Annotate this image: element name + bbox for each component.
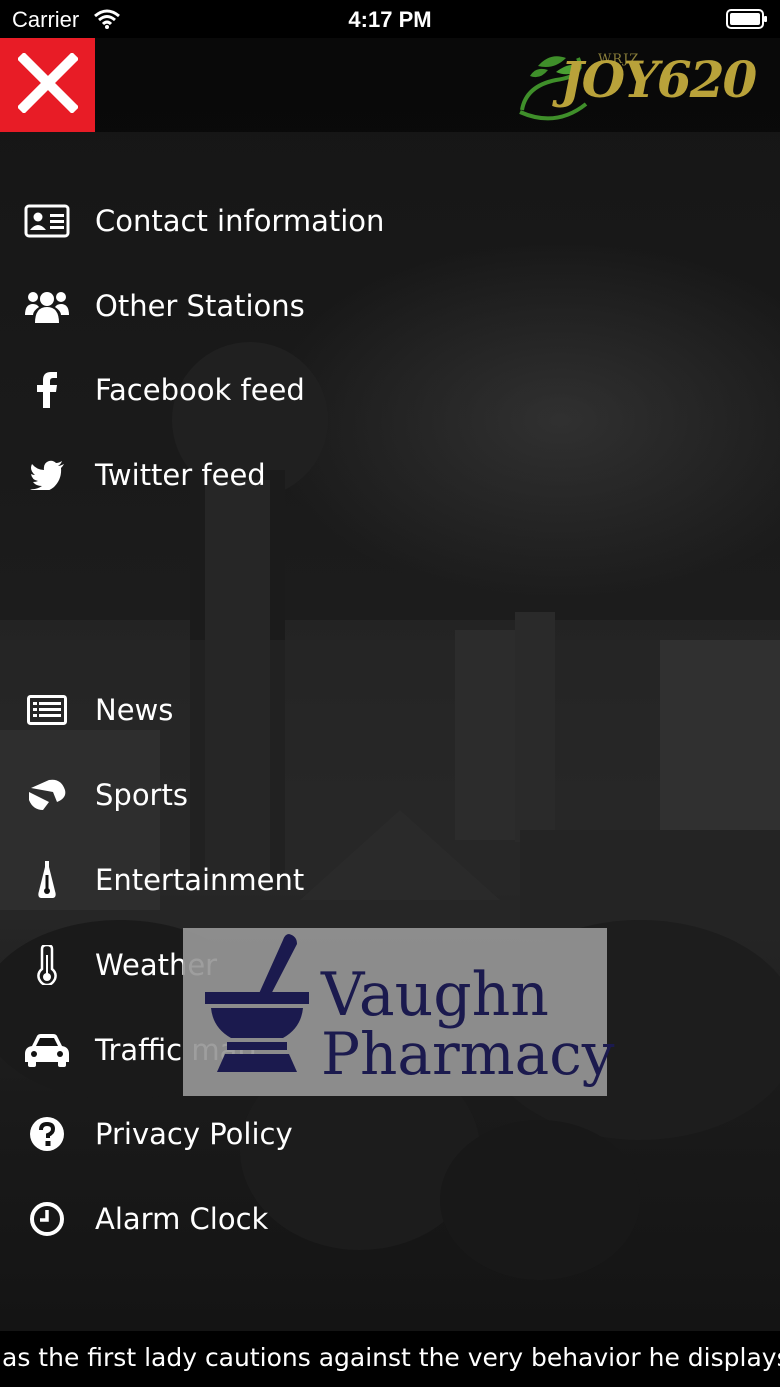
menu-item-label: Privacy Policy: [95, 1117, 293, 1151]
battery-icon: [726, 9, 767, 29]
menu-item-entertainment[interactable]: Entertainment: [0, 845, 780, 915]
ad-banner[interactable]: Vaughn Pharmacy: [183, 928, 615, 1096]
menu-item-sports[interactable]: Sports: [0, 760, 780, 830]
menu-item-label: Other Stations: [95, 289, 305, 323]
news-ticker[interactable]: as the first lady cautions against the v…: [0, 1331, 780, 1387]
twitter-icon: [22, 450, 72, 500]
clock-icon: [22, 1194, 72, 1244]
menu-item-label: Twitter feed: [95, 458, 266, 492]
facebook-icon: [22, 365, 72, 415]
users-icon: [22, 281, 72, 331]
close-button[interactable]: [0, 38, 95, 132]
contact-card-icon: [22, 196, 72, 246]
logo-main-text: JOY620: [560, 50, 757, 109]
menu-item-facebook-feed[interactable]: Facebook feed: [0, 355, 780, 425]
ticker-text: as the first lady cautions against the v…: [2, 1343, 780, 1372]
question-icon: [22, 1109, 72, 1159]
menu-item-contact-information[interactable]: Contact information: [0, 186, 780, 256]
sports-icon: [22, 770, 72, 820]
menu-item-label: Facebook feed: [95, 373, 305, 407]
status-bar: Carrier 4:17 PM: [0, 0, 780, 38]
menu-item-twitter-feed[interactable]: Twitter feed: [0, 440, 780, 510]
newspaper-icon: [22, 685, 72, 735]
thermometer-icon: [22, 940, 72, 990]
microphone-icon: [22, 855, 72, 905]
clock-time: 4:17 PM: [348, 7, 432, 32]
menu-item-other-stations[interactable]: Other Stations: [0, 271, 780, 341]
car-icon: [22, 1025, 72, 1075]
mortar-pestle-icon: [197, 932, 317, 1086]
close-icon: [16, 51, 79, 117]
menu-item-label: Contact information: [95, 204, 385, 238]
menu-item-label: Entertainment: [95, 863, 305, 897]
menu-item-label: News: [95, 693, 174, 727]
station-logo: WRJZ JOY620: [516, 46, 757, 124]
menu-item-privacy-policy[interactable]: Privacy Policy: [0, 1099, 780, 1169]
menu-item-news[interactable]: News: [0, 675, 780, 745]
ad-title-line2: Pharmacy: [321, 1020, 615, 1088]
menu-item-label: Sports: [95, 778, 188, 812]
menu-item-alarm-clock[interactable]: Alarm Clock: [0, 1184, 780, 1254]
menu-item-label: Alarm Clock: [95, 1202, 269, 1236]
